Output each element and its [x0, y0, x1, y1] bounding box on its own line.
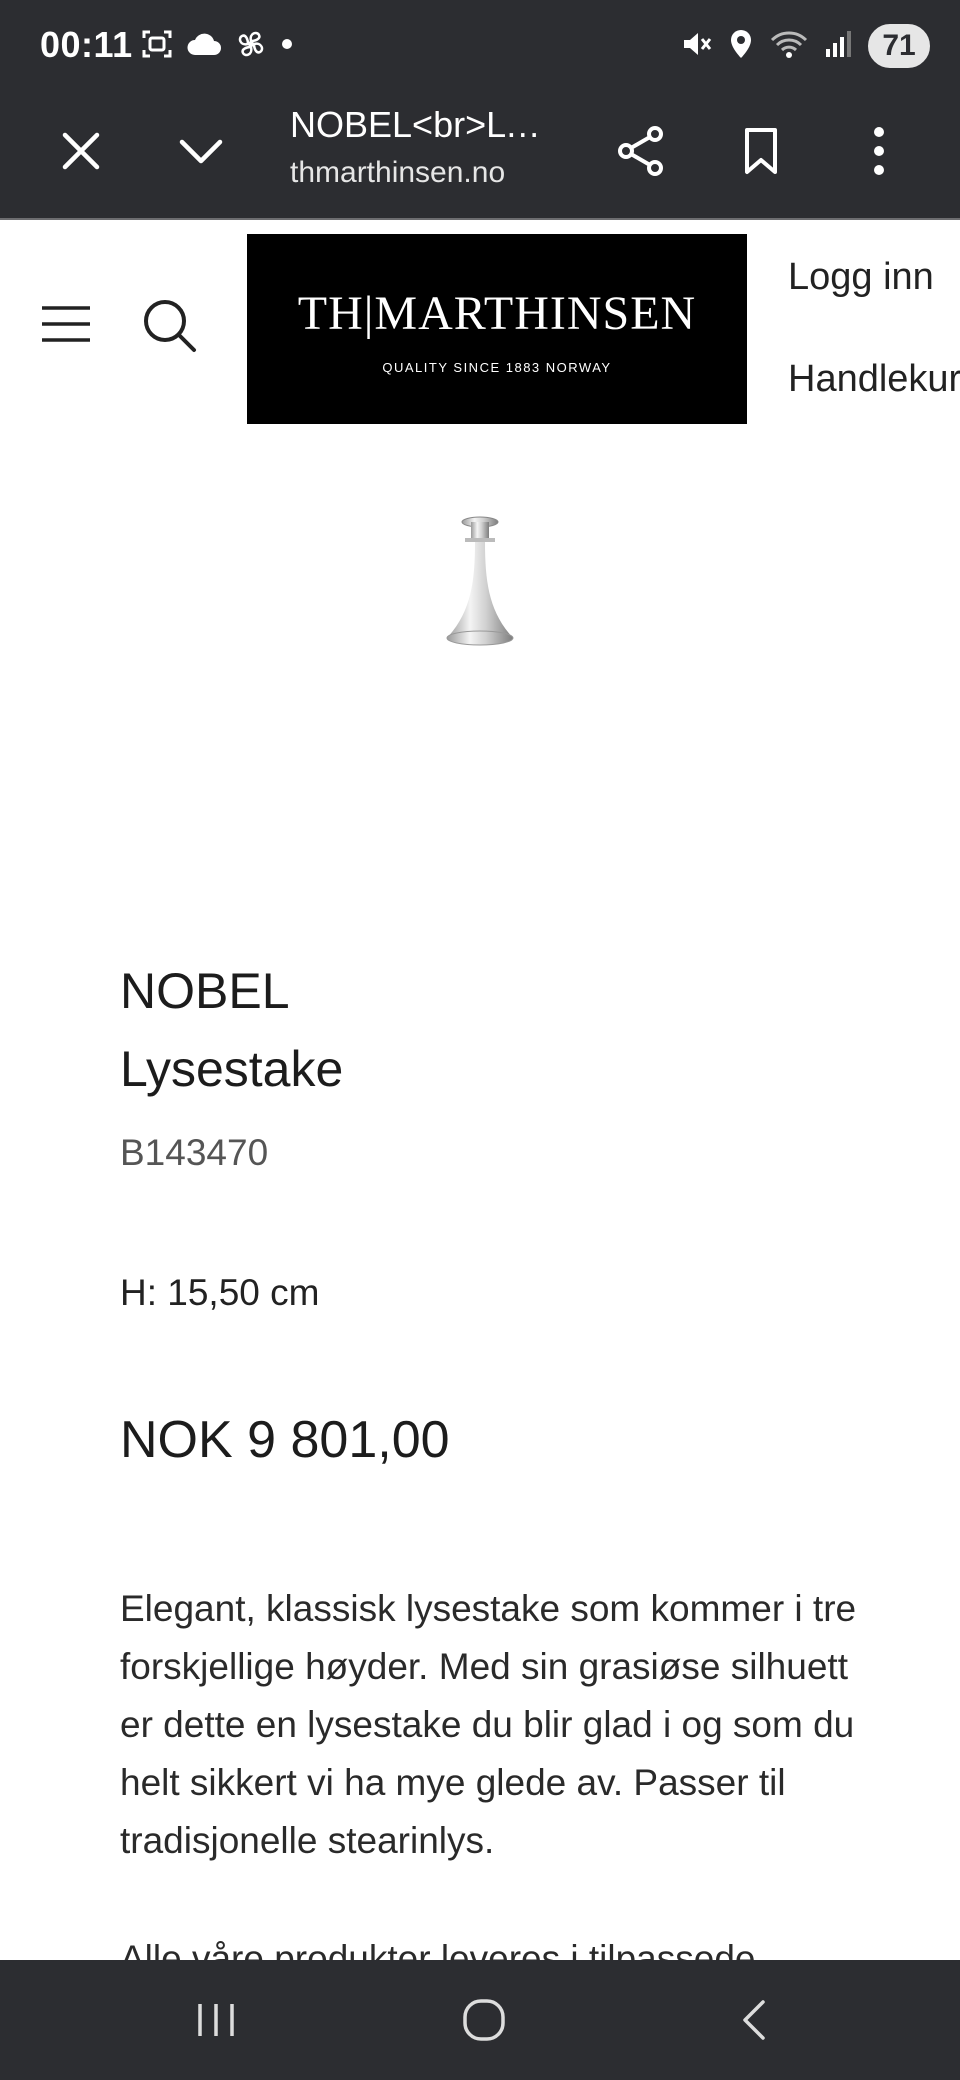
wifi-icon [770, 28, 808, 65]
status-bar: 00:11 71 [0, 0, 960, 92]
home-icon [462, 1998, 506, 2047]
mute-icon [680, 28, 712, 65]
product-price: NOK 9 801,00 [120, 1411, 450, 1469]
bookmark-icon [741, 126, 781, 181]
location-icon [728, 28, 754, 65]
system-navigation-bar [0, 1960, 960, 2080]
product-type: Lysestake [120, 1041, 344, 1097]
share-icon [617, 125, 665, 182]
close-tab-button[interactable] [48, 120, 114, 186]
battery-indicator: 71 [868, 24, 930, 68]
menu-button[interactable] [40, 304, 104, 360]
logo-wordmark: TH|MARTHINSEN [297, 287, 697, 340]
recent-apps-icon [194, 2000, 238, 2045]
search-icon [142, 300, 198, 358]
cart-link[interactable]: Handlekurv [788, 358, 960, 401]
browser-toolbar: NOBEL<br>Lysestake thmarthinsen.no [0, 92, 960, 220]
home-button[interactable] [452, 1990, 516, 2054]
screenshot-icon [140, 27, 174, 66]
recent-apps-button[interactable] [184, 1990, 248, 2054]
page-title: NOBEL<br>Lysestake [290, 104, 550, 145]
more-icon [872, 126, 886, 181]
minimize-button[interactable] [168, 120, 234, 186]
login-link[interactable]: Logg inn [788, 256, 934, 299]
product-sku: B143470 [120, 1132, 269, 1173]
close-icon [61, 131, 101, 176]
back-button[interactable] [722, 1990, 786, 2054]
product-dimension: H: 15,50 cm [120, 1272, 320, 1313]
cloud-icon [186, 31, 222, 62]
hamburger-menu-icon [40, 306, 92, 348]
product-image[interactable] [440, 510, 520, 655]
product-description: Elegant, klassisk lysestake som kommer i… [120, 1588, 857, 1861]
status-time: 00:11 [40, 24, 133, 65]
status-left-icons [140, 26, 294, 66]
chevron-down-icon [178, 136, 224, 171]
back-icon [739, 1998, 769, 2047]
page-url[interactable]: thmarthinsen.no [290, 156, 505, 190]
logo-tagline: QUALITY SINCE 1883 NORWAY [382, 360, 612, 375]
fan-icon [234, 27, 268, 66]
share-button[interactable] [608, 120, 674, 186]
brand-logo[interactable]: TH|MARTHINSEN QUALITY SINCE 1883 NORWAY [247, 234, 747, 424]
status-right-icons: 71 [680, 22, 930, 70]
site-header: TH|MARTHINSEN QUALITY SINCE 1883 NORWAY … [0, 218, 960, 434]
signal-icon [824, 29, 852, 64]
more-options-button[interactable] [846, 120, 912, 186]
search-button[interactable] [142, 298, 206, 362]
product-name: NOBEL [120, 963, 290, 1019]
dot-icon [280, 37, 294, 56]
bookmark-button[interactable] [728, 120, 794, 186]
